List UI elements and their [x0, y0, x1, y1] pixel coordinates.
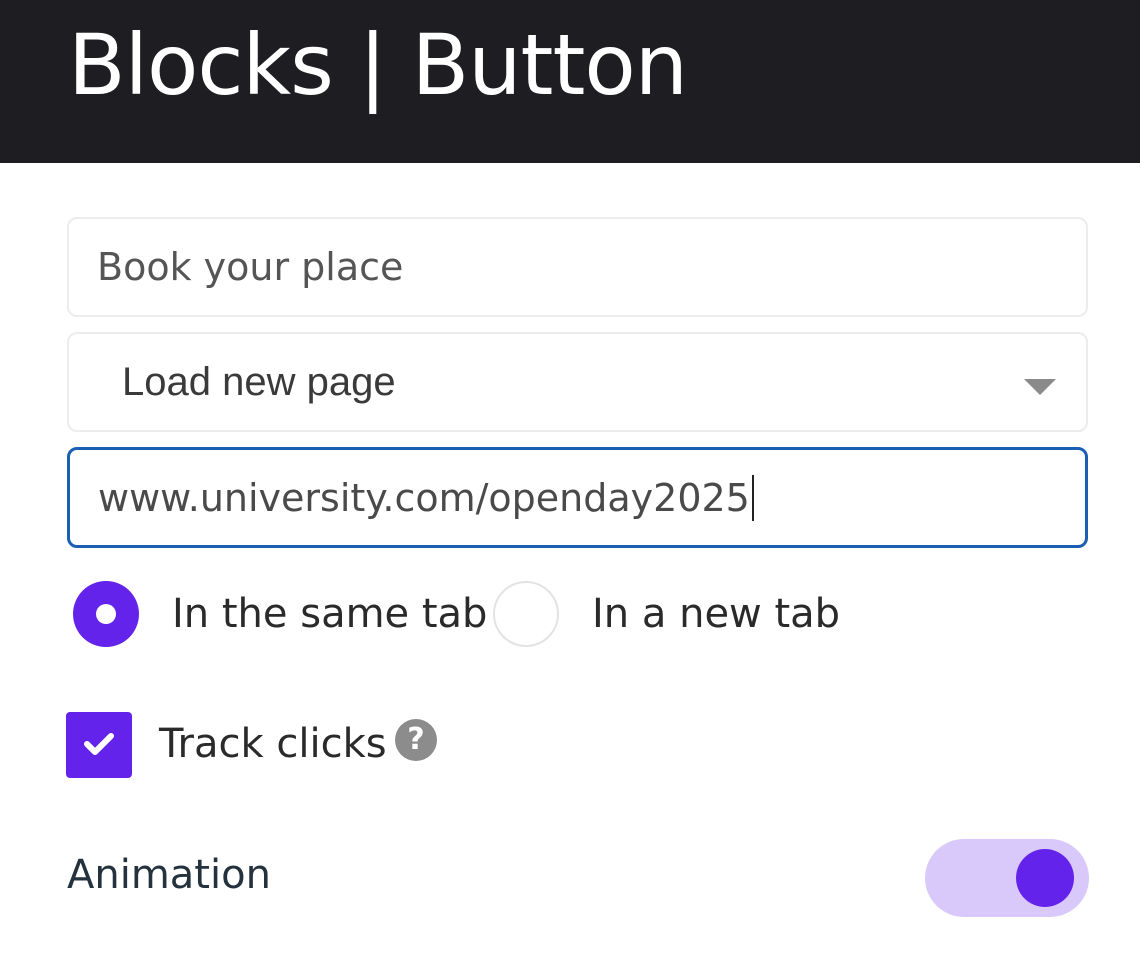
new-tab-label[interactable]: In a new tab [592, 589, 840, 639]
track-clicks-label[interactable]: Track clicks [159, 719, 387, 769]
page-title: Blocks | Button [68, 16, 688, 114]
action-select[interactable]: Load new page [67, 332, 1088, 432]
action-select-value: Load new page [122, 360, 396, 404]
text-cursor [751, 474, 754, 521]
track-clicks-checkbox[interactable] [66, 712, 132, 778]
checkmark-icon [84, 733, 114, 755]
button-label-value: Book your place [97, 245, 404, 289]
animation-label: Animation [67, 852, 271, 898]
animation-toggle[interactable] [925, 839, 1089, 917]
url-value: www.university.com/openday2025 [98, 450, 754, 546]
new-tab-radio[interactable] [493, 581, 559, 647]
toggle-knob [1016, 849, 1074, 907]
url-text: www.university.com/openday2025 [98, 476, 750, 520]
question-circle-icon[interactable]: ? [395, 719, 437, 761]
same-tab-radio[interactable] [73, 581, 139, 647]
button-label-input[interactable]: Book your place [67, 217, 1088, 317]
chevron-down-icon[interactable] [1024, 379, 1056, 395]
url-input[interactable]: www.university.com/openday2025 [67, 447, 1088, 548]
header-bar: Blocks | Button [0, 0, 1140, 163]
same-tab-label[interactable]: In the same tab [172, 589, 487, 639]
